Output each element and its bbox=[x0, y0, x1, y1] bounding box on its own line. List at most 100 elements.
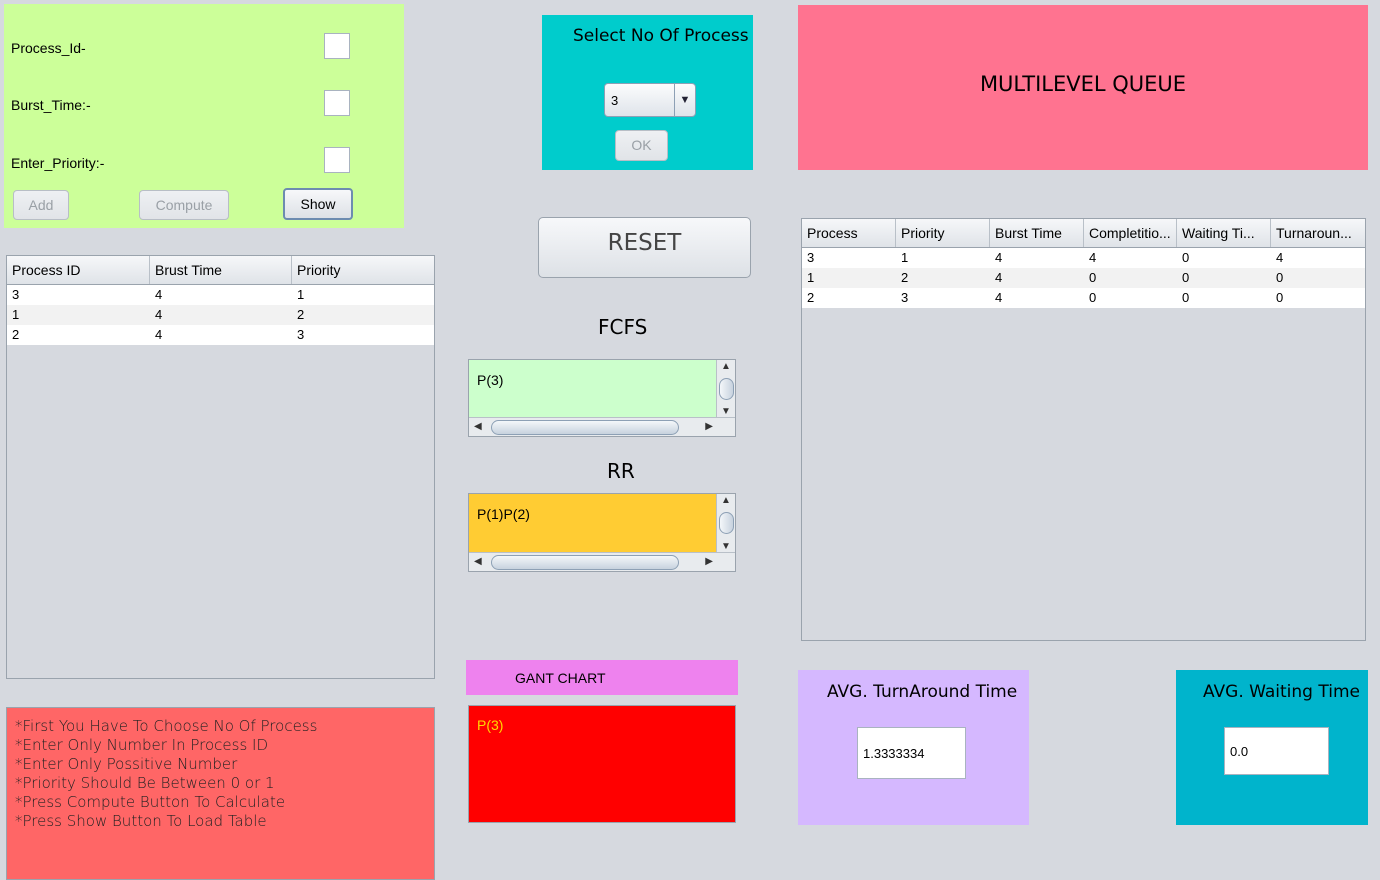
process-id-field[interactable] bbox=[324, 33, 350, 59]
vertical-scrollbar[interactable]: ▲ ▼ bbox=[716, 494, 735, 553]
arrow-left-icon[interactable]: ◀ bbox=[474, 556, 482, 567]
table-cell: 2 bbox=[12, 327, 20, 342]
selected-value: 3 bbox=[611, 93, 619, 108]
table-cell: 1 bbox=[807, 270, 815, 285]
table-header: Process Priority Burst Time Completitio.… bbox=[802, 219, 1365, 248]
table-cell: 3 bbox=[297, 327, 305, 342]
table-row[interactable]: 1 2 4 0 0 0 bbox=[802, 268, 1365, 288]
table-cell: 4 bbox=[1089, 250, 1097, 265]
process-input-table[interactable]: Process ID Brust Time Priority 3 4 1 1 4… bbox=[6, 255, 435, 679]
table-cell: 2 bbox=[807, 290, 815, 305]
table-cell: 0 bbox=[1089, 290, 1097, 305]
column-header[interactable]: Turnaroun... bbox=[1271, 219, 1365, 247]
avg-waiting-field[interactable]: 0.0 bbox=[1224, 727, 1329, 775]
fcfs-text: P(3) bbox=[477, 372, 504, 388]
compute-button[interactable]: Compute bbox=[139, 190, 229, 220]
column-header[interactable]: Completitio... bbox=[1084, 219, 1177, 247]
column-header[interactable]: Waiting Ti... bbox=[1177, 219, 1271, 247]
add-button[interactable]: Add bbox=[13, 190, 69, 220]
table-cell: 3 bbox=[901, 290, 909, 305]
table-cell: 1 bbox=[12, 307, 20, 322]
avg-turnaround-field[interactable]: 1.3333334 bbox=[857, 727, 966, 779]
table-cell: 4 bbox=[155, 327, 163, 342]
select-process-title: Select No Of Process bbox=[573, 26, 749, 46]
scroll-thumb[interactable] bbox=[719, 512, 734, 534]
input-panel: Process_Id- Burst_Time:- Enter_Priority:… bbox=[4, 4, 404, 228]
column-header[interactable]: Brust Time bbox=[150, 256, 292, 284]
gantt-chart-header: GANT CHART bbox=[466, 660, 738, 695]
gantt-chart-text: P(3) bbox=[477, 717, 504, 733]
table-cell: 3 bbox=[12, 287, 20, 302]
table-cell: 4 bbox=[995, 250, 1003, 265]
table-cell: 4 bbox=[155, 287, 163, 302]
rr-title: RR bbox=[607, 459, 635, 483]
table-header: Process ID Brust Time Priority bbox=[7, 256, 434, 285]
page-title: MULTILEVEL QUEUE bbox=[979, 72, 1187, 96]
scroll-thumb[interactable] bbox=[491, 420, 679, 435]
arrow-right-icon[interactable]: ▶ bbox=[705, 421, 713, 432]
horizontal-scrollbar[interactable]: ◀ ▶ bbox=[469, 552, 735, 571]
table-row[interactable]: 1 4 2 bbox=[7, 305, 434, 325]
instruction-line: *Priority Should Be Between 0 or 1 bbox=[15, 774, 275, 792]
avg-turnaround-panel: AVG. TurnAround Time 1.3333334 bbox=[798, 670, 1029, 825]
instruction-line: *Enter Only Possitive Number bbox=[15, 755, 238, 773]
column-header[interactable]: Process bbox=[802, 219, 896, 247]
instructions-panel: *First You Have To Choose No Of Process … bbox=[6, 707, 435, 880]
result-table[interactable]: Process Priority Burst Time Completitio.… bbox=[801, 218, 1366, 641]
arrow-right-icon[interactable]: ▶ bbox=[705, 556, 713, 567]
avg-waiting-panel: AVG. Waiting Time 0.0 bbox=[1176, 670, 1368, 825]
scroll-thumb[interactable] bbox=[719, 378, 734, 400]
instruction-line: *Enter Only Number In Process ID bbox=[15, 736, 269, 754]
table-cell: 0 bbox=[1182, 290, 1190, 305]
gantt-chart-area: P(3) bbox=[468, 705, 736, 823]
fcfs-output[interactable]: P(3) ▲ ▼ ◀ ▶ bbox=[468, 359, 736, 437]
table-cell: 2 bbox=[901, 270, 909, 285]
reset-button[interactable]: RESET bbox=[538, 217, 751, 278]
table-cell: 0 bbox=[1182, 270, 1190, 285]
table-cell: 2 bbox=[297, 307, 305, 322]
table-cell: 0 bbox=[1182, 250, 1190, 265]
priority-label: Enter_Priority:- bbox=[11, 155, 105, 171]
chevron-down-icon[interactable]: ▼ bbox=[674, 84, 695, 116]
process-count-select[interactable]: 3 ▼ bbox=[604, 83, 696, 117]
table-cell: 4 bbox=[155, 307, 163, 322]
gantt-chart-title: GANT CHART bbox=[515, 670, 606, 686]
burst-time-field[interactable] bbox=[324, 90, 350, 116]
scroll-thumb[interactable] bbox=[491, 555, 679, 570]
table-cell: 4 bbox=[995, 270, 1003, 285]
arrow-up-icon[interactable]: ▲ bbox=[721, 495, 731, 506]
arrow-down-icon[interactable]: ▼ bbox=[721, 406, 731, 417]
column-header[interactable]: Priority bbox=[896, 219, 990, 247]
arrow-up-icon[interactable]: ▲ bbox=[721, 361, 731, 372]
table-row[interactable]: 2 3 4 0 0 0 bbox=[802, 288, 1365, 308]
table-cell: 3 bbox=[807, 250, 815, 265]
select-process-panel: Select No Of Process 3 ▼ OK bbox=[542, 15, 753, 170]
title-panel: MULTILEVEL QUEUE bbox=[798, 5, 1368, 170]
table-row[interactable]: 3 4 1 bbox=[7, 285, 434, 305]
ok-button[interactable]: OK bbox=[615, 130, 668, 161]
table-cell: 0 bbox=[1276, 270, 1284, 285]
instruction-line: *Press Show Button To Load Table bbox=[15, 812, 267, 830]
table-cell: 1 bbox=[901, 250, 909, 265]
arrow-down-icon[interactable]: ▼ bbox=[721, 541, 731, 552]
show-button[interactable]: Show bbox=[283, 188, 353, 220]
rr-text: P(1)P(2) bbox=[477, 506, 530, 522]
column-header[interactable]: Burst Time bbox=[990, 219, 1084, 247]
horizontal-scrollbar[interactable]: ◀ ▶ bbox=[469, 417, 735, 436]
burst-time-label: Burst_Time:- bbox=[11, 97, 91, 113]
table-row[interactable]: 3 1 4 4 0 4 bbox=[802, 248, 1365, 268]
rr-output[interactable]: P(1)P(2) ▲ ▼ ◀ ▶ bbox=[468, 493, 736, 572]
arrow-left-icon[interactable]: ◀ bbox=[474, 421, 482, 432]
process-id-label: Process_Id- bbox=[11, 40, 86, 56]
column-header[interactable]: Priority bbox=[292, 256, 434, 284]
avg-turnaround-label: AVG. TurnAround Time bbox=[827, 682, 1018, 702]
vertical-scrollbar[interactable]: ▲ ▼ bbox=[716, 360, 735, 418]
table-row[interactable]: 2 4 3 bbox=[7, 325, 434, 345]
table-cell: 4 bbox=[995, 290, 1003, 305]
table-cell: 0 bbox=[1276, 290, 1284, 305]
column-header[interactable]: Process ID bbox=[7, 256, 150, 284]
fcfs-title: FCFS bbox=[598, 315, 648, 339]
priority-field[interactable] bbox=[324, 147, 350, 173]
table-cell: 4 bbox=[1276, 250, 1284, 265]
table-cell: 1 bbox=[297, 287, 305, 302]
